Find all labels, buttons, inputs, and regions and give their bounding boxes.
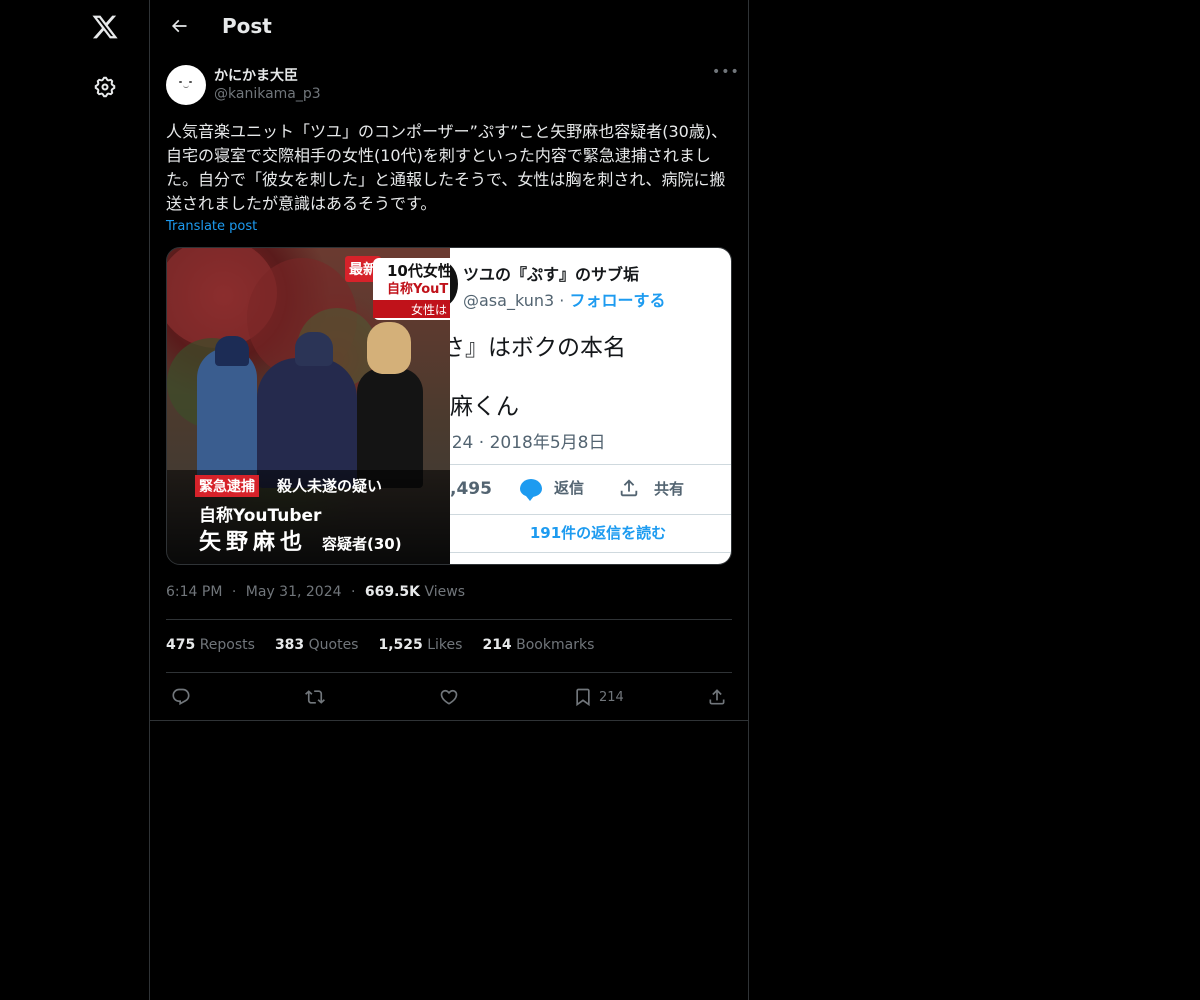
share-button[interactable] (707, 685, 727, 709)
caption-tag: 緊急逮捕 (195, 475, 259, 497)
divider (166, 619, 732, 620)
translate-post-link[interactable]: Translate post (166, 219, 257, 234)
quotes-stat[interactable]: 383 Quotes (275, 637, 359, 653)
heart-icon (440, 689, 458, 705)
news-headline-line-2: 自称YouT (387, 282, 449, 297)
embedded-divider (450, 552, 731, 553)
author-handle[interactable]: @kanikama_p3 (214, 86, 321, 102)
embedded-handle: @asa_kun3 · フォローする (463, 291, 666, 310)
post-text: 人気音楽ユニット「ツユ」のコンポーザー”ぷす”こと矢野麻也容疑者(30歳)、自宅… (166, 122, 728, 213)
embedded-divider (450, 464, 731, 465)
news-caption: 緊急逮捕 殺人未遂の疑い 自称YouTuber 矢野麻也 容疑者(30) (167, 470, 450, 564)
embedded-name: ツユの『ぷす』のサブ垢 (463, 265, 640, 284)
news-screenshot-image[interactable]: 最新 10代女性 自称YouT 女性は 緊急逮捕 殺人未遂の疑い 自称YouTu… (167, 248, 450, 564)
reply-icon (172, 688, 190, 706)
views-label: Views (424, 584, 466, 600)
caption-line-4: 容疑者(30) (322, 535, 402, 553)
embedded-share: 共有 (618, 477, 684, 499)
bookmark-button[interactable]: 214 (573, 685, 624, 709)
embedded-reply: 返信 (520, 477, 584, 501)
share-icon (709, 689, 725, 705)
embedded-text-line-1: さ』はボクの本名 (450, 335, 626, 361)
reply-button[interactable] (171, 685, 191, 709)
likes-stat[interactable]: 1,525 Likes (378, 637, 462, 653)
post-media[interactable]: 最新 10代女性 自称YouT 女性は 緊急逮捕 殺人未遂の疑い 自称YouTu… (166, 247, 732, 565)
gear-icon[interactable] (85, 67, 125, 107)
main-column: Post かにかま大臣 @kanikama_p3 ••• 人気音楽ユニット「ツユ… (149, 0, 749, 1000)
author-name[interactable]: かにかま大臣 (214, 65, 298, 85)
embedded-follow: フォローする (569, 291, 666, 310)
x-logo-icon[interactable] (85, 7, 125, 47)
caption-line-2: 自称YouTuber (199, 506, 322, 526)
embedded-divider (450, 514, 731, 515)
post-stats: 475 Reposts 383 Quotes 1,525 Likes 214 B… (166, 637, 594, 653)
left-nav (0, 0, 150, 1000)
embedded-like-count: ,495 (450, 479, 492, 499)
divider (150, 720, 748, 721)
more-options-icon[interactable]: ••• (712, 64, 739, 86)
bookmark-count: 214 (599, 689, 624, 705)
post-date[interactable]: May 31, 2024 (246, 584, 342, 600)
embedded-read-replies: 191件の返信を読む (529, 524, 667, 542)
embedded-date: :24 · 2018年5月8日 (450, 433, 606, 453)
share-icon (620, 479, 638, 497)
repost-icon (305, 690, 325, 704)
avatar[interactable] (166, 65, 206, 105)
reposts-stat[interactable]: 475 Reposts (166, 637, 255, 653)
divider (166, 672, 732, 673)
caption-line-1: 殺人未遂の疑い (277, 477, 383, 495)
embedded-text-line-2: 麻くん (450, 394, 519, 420)
post-actions: 214 (166, 685, 732, 709)
repost-button[interactable] (305, 685, 325, 709)
page-title: Post (222, 14, 272, 38)
post-time[interactable]: 6:14 PM (166, 584, 222, 600)
bookmark-icon (576, 688, 590, 707)
post-author: かにかま大臣 @kanikama_p3 ••• (166, 64, 739, 108)
page-header: Post (150, 0, 748, 54)
news-headline-line-3: 女性は (411, 303, 448, 317)
views-count: 669.5K (364, 584, 421, 600)
tweet-screenshot-image[interactable]: ツユの『ぷす』のサブ垢 @asa_kun3 · フォローする さ』はボクの本名 … (450, 248, 731, 564)
embedded-avatar (450, 262, 458, 306)
like-button[interactable] (439, 685, 459, 709)
news-headline: 10代女性 自称YouT 女性は (373, 258, 450, 320)
reply-bubble-icon (520, 478, 542, 501)
back-arrow-icon[interactable] (162, 9, 196, 43)
post-meta: 6:14 PM · May 31, 2024 · 669.5K Views (166, 584, 466, 600)
bookmarks-stat[interactable]: 214 Bookmarks (482, 637, 594, 653)
caption-line-3: 矢野麻也 (199, 530, 308, 555)
